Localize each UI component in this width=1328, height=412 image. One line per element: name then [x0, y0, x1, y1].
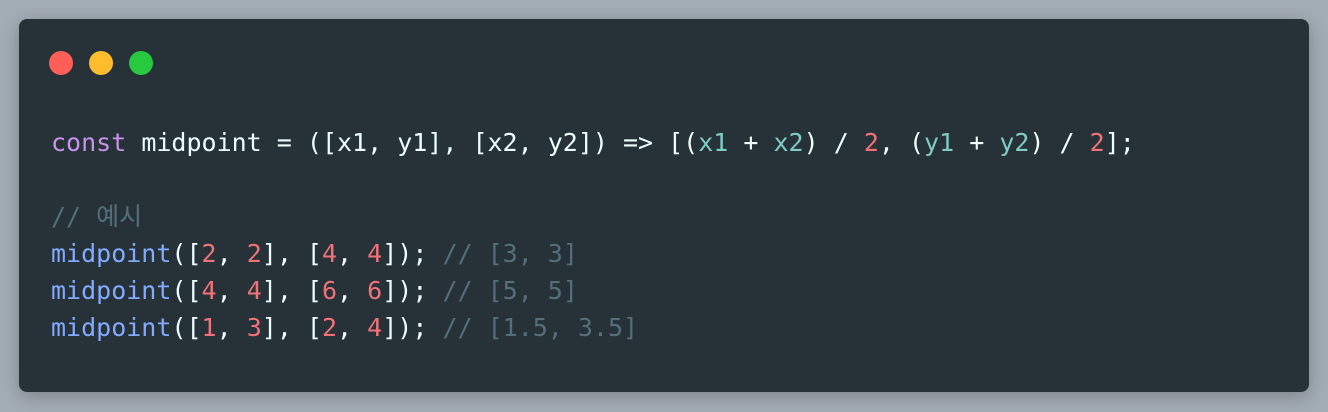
code-token-param: y1: [924, 128, 955, 157]
code-token-num: 4: [367, 313, 383, 342]
code-token-num: 3: [246, 313, 262, 342]
code-token-plain: ];: [1104, 128, 1135, 157]
code-token-plain: ]);: [382, 239, 443, 268]
code-token-plain: ([: [171, 313, 202, 342]
code-token-num: 6: [367, 276, 383, 305]
window-controls: [49, 51, 153, 75]
code-token-num: 2: [863, 128, 879, 157]
code-token-plain: ) /: [803, 128, 864, 157]
code-token-plain: ], [: [261, 276, 322, 305]
code-token-plain: ) /: [1029, 128, 1090, 157]
code-token-plain: ,: [216, 276, 247, 305]
code-token-plain: ], [: [261, 239, 322, 268]
close-button[interactable]: [49, 51, 73, 75]
code-token-plain: ([x1, y1], [x2, y2]) => [(: [306, 128, 699, 157]
code-token-plain: ,: [337, 313, 368, 342]
code-token-num: 2: [321, 313, 338, 342]
code-token-num: 2: [246, 239, 262, 268]
minimize-button[interactable]: [89, 51, 113, 75]
code-token-param: y2: [999, 128, 1030, 157]
code-token-param: x1: [698, 128, 729, 157]
code-token-comment: // [5, 5]: [442, 276, 578, 305]
code-token-num: 2: [1089, 128, 1105, 157]
code-block: const midpoint = ([x1, y1], [x2, y2]) =>…: [51, 124, 1135, 346]
code-token-fn: midpoint: [51, 276, 172, 305]
code-token-plain: ,: [337, 276, 368, 305]
code-token-plain: ]);: [382, 313, 443, 342]
code-token-plain: ], [: [261, 313, 322, 342]
code-token-plain: ,: [216, 313, 247, 342]
code-token-comment: // [3, 3]: [442, 239, 578, 268]
code-token-fn: midpoint: [51, 313, 172, 342]
code-token-num: 4: [201, 276, 217, 305]
code-token-plain: ([: [171, 276, 202, 305]
code-token-kw: const: [51, 128, 127, 157]
code-line: const midpoint = ([x1, y1], [x2, y2]) =>…: [51, 124, 1135, 161]
code-line: midpoint([1, 3], [2, 4]); // [1.5, 3.5]: [51, 309, 1135, 346]
code-token-comment: // 예시: [51, 202, 143, 231]
zoom-button[interactable]: [129, 51, 153, 75]
code-token-plain: midpoint =: [126, 128, 307, 157]
code-token-plain: +: [728, 128, 774, 157]
code-token-plain: +: [954, 128, 1000, 157]
code-line: midpoint([2, 2], [4, 4]); // [3, 3]: [51, 235, 1135, 272]
code-token-num: 4: [321, 239, 338, 268]
code-window: const midpoint = ([x1, y1], [x2, y2]) =>…: [19, 19, 1309, 392]
code-token-plain: ]);: [382, 276, 443, 305]
code-line: midpoint([4, 4], [6, 6]); // [5, 5]: [51, 272, 1135, 309]
code-token-comment: // [1.5, 3.5]: [442, 313, 639, 342]
code-token-plain: ,: [337, 239, 368, 268]
code-line: // 예시: [51, 198, 1135, 235]
code-token-plain: ([: [171, 239, 202, 268]
code-token-num: 1: [201, 313, 217, 342]
code-token-num: 4: [367, 239, 383, 268]
code-token-num: 6: [321, 276, 338, 305]
code-token-num: 4: [246, 276, 262, 305]
code-token-param: x2: [773, 128, 804, 157]
code-token-plain: , (: [878, 128, 925, 157]
code-token-plain: ,: [216, 239, 247, 268]
code-token-num: 2: [201, 239, 217, 268]
code-token-fn: midpoint: [51, 239, 172, 268]
